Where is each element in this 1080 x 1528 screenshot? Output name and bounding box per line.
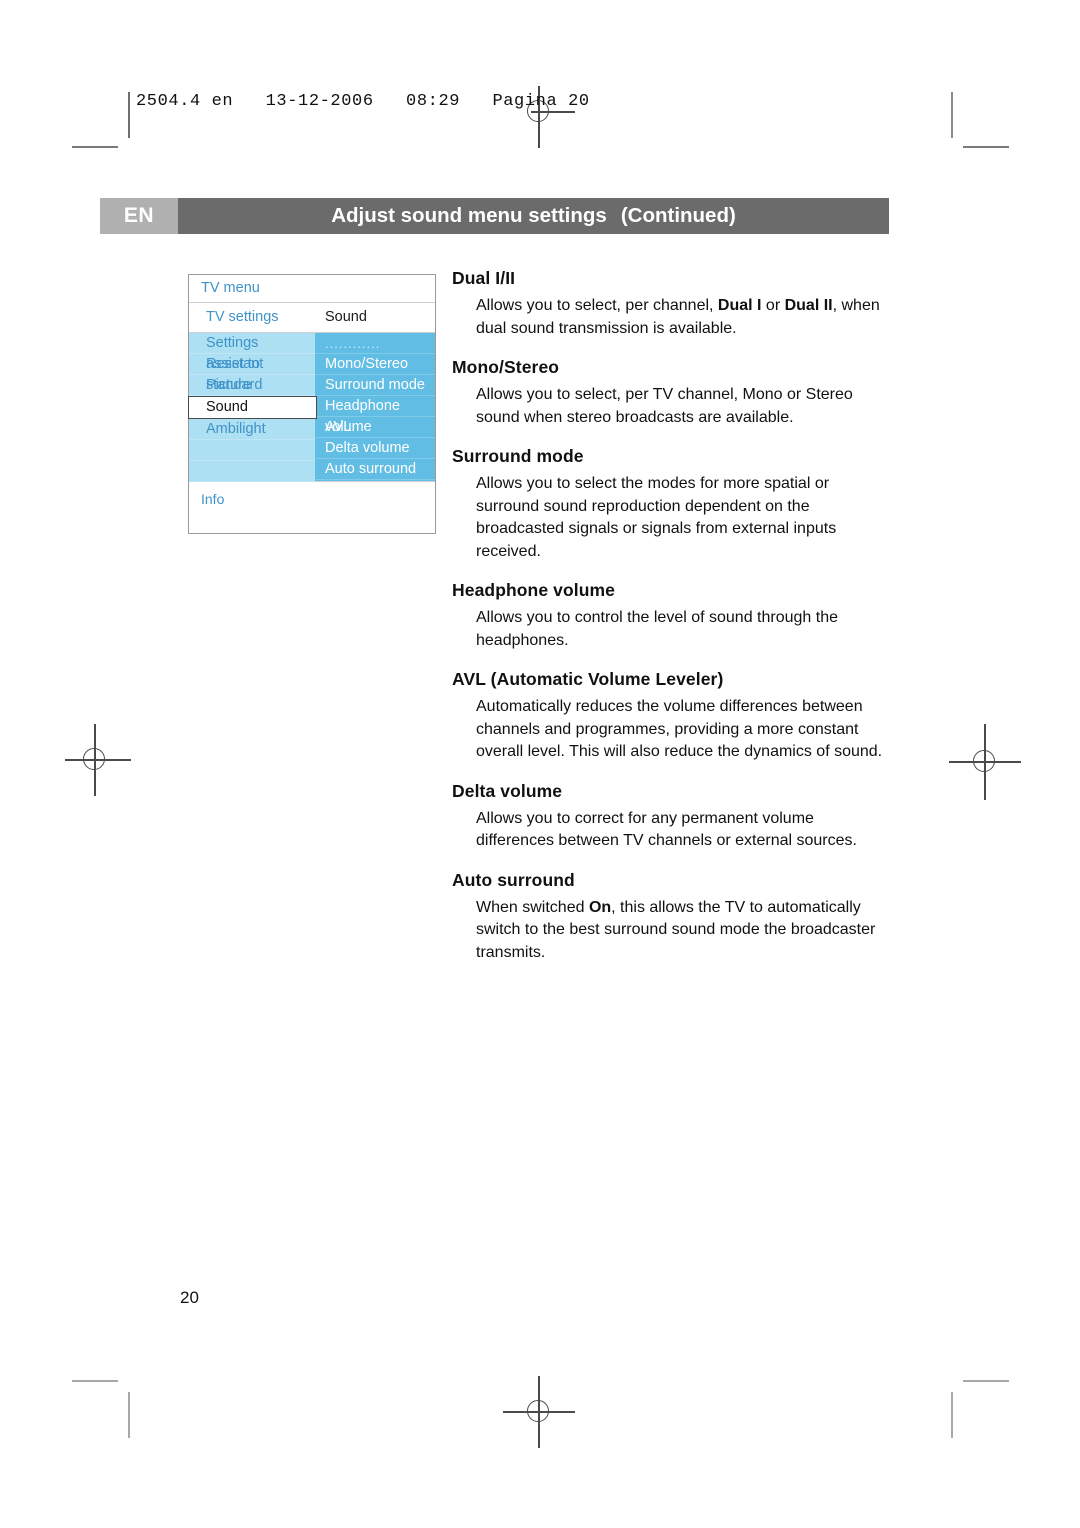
tv-settings-label: TV settings (206, 309, 279, 325)
crop-rule-bottom-right (951, 1392, 953, 1438)
section-heading: Headphone volume (452, 580, 616, 600)
section-body: Allows you to select, per channel, Dual … (476, 297, 880, 337)
crop-mark-top-left (72, 146, 118, 148)
tv-menu-footer: Info (189, 481, 435, 534)
page-title-bar: EN Adjust sound menu settings (Continued… (100, 198, 889, 234)
submenu-item-avl[interactable]: AVL (315, 417, 435, 438)
registration-mark-right-icon (949, 724, 1021, 800)
crop-rule-top-left (128, 92, 130, 138)
crop-rule-top-right (951, 92, 953, 138)
sound-column-header: Sound (325, 309, 367, 325)
section-mono-stereo: Mono/Stereo Allows you to select, per TV… (452, 357, 892, 429)
submenu-item-auto-surround[interactable]: Auto surround (315, 459, 435, 480)
menu-item-sound-selected[interactable]: Sound (188, 396, 317, 419)
section-surround-mode: Surround mode Allows you to select the m… (452, 446, 892, 563)
section-body: Automatically reduces the volume differe… (476, 698, 883, 760)
submenu-item-headphone-volume[interactable]: Headphone volume (315, 396, 435, 435)
crop-mark-bottom-left (72, 1380, 118, 1382)
page-title-continued: (Continued) (620, 204, 736, 227)
tv-menu-body: Settings assistant Reset to standard Pic… (188, 333, 435, 482)
section-auto-surround: Auto surround When switched On, this all… (452, 870, 892, 965)
section-heading: Delta volume (452, 780, 563, 801)
registration-mark-bottom-icon (503, 1376, 575, 1448)
content-column: Dual I/II Allows you to select, per chan… (452, 268, 892, 964)
section-dual-i-ii: Dual I/II Allows you to select, per chan… (452, 268, 892, 340)
section-body: When switched On, this allows the TV to … (476, 898, 876, 961)
section-heading: Dual I/II (452, 268, 516, 288)
section-heading: Mono/Stereo (452, 357, 560, 377)
section-body: Allows you to correct for any permanent … (476, 809, 857, 850)
submenu-item-mono-stereo[interactable]: Mono/Stereo (315, 354, 435, 375)
registration-mark-left-icon (59, 724, 131, 796)
registration-mark-top-icon (503, 76, 575, 148)
page-title-text: Adjust sound menu settings (331, 204, 607, 227)
crop-rule-bottom-left (128, 1392, 130, 1438)
section-heading: AVL (Automatic Volume Leveler) (452, 669, 724, 689)
menu-item-ambilight[interactable]: Ambilight (189, 419, 315, 440)
tv-menu-subtitle-row: TV settings Sound (189, 303, 435, 333)
crop-mark-bottom-right (963, 1380, 1009, 1382)
tv-menu-right-column: ............ Mono/Stereo Surround mode H… (315, 333, 435, 481)
submenu-item-dots: ............ (315, 333, 435, 354)
crop-mark-top-right (963, 146, 1009, 148)
section-delta-volume: Delta volume Allows you to correct for a… (452, 781, 892, 853)
section-headphone-volume: Headphone volume Allows you to control t… (452, 580, 892, 652)
info-label: Info (201, 491, 225, 507)
submenu-item-delta-volume[interactable]: Delta volume (315, 438, 435, 459)
tv-menu-left-column: Settings assistant Reset to standard Pic… (188, 333, 317, 482)
section-body: Allows you to select, per TV channel, Mo… (476, 386, 853, 426)
section-body: Allows you to control the level of sound… (476, 609, 838, 649)
menu-item-empty-2 (189, 461, 315, 482)
print-header-text: 2504.4 en 13-12-2006 08:29 Pagina 20 (136, 92, 590, 111)
language-badge: EN (100, 198, 178, 234)
section-heading: Surround mode (452, 446, 584, 466)
page-number: 20 (180, 1288, 199, 1307)
tv-menu-panel: TV menu TV settings Sound Settings assis… (188, 274, 436, 534)
menu-item-settings-assistant[interactable]: Settings assistant (189, 333, 315, 372)
menu-item-empty-1 (189, 440, 315, 461)
page-title: Adjust sound menu settings (Continued) (178, 198, 889, 234)
tv-menu-title: TV menu (189, 275, 435, 303)
section-heading: Auto surround (452, 869, 575, 890)
section-avl: AVL (Automatic Volume Leveler) Automatic… (452, 669, 892, 764)
section-body: Allows you to select the modes for more … (476, 475, 837, 560)
menu-item-reset-to-standard[interactable]: Reset to standard (189, 354, 315, 393)
submenu-item-surround-mode[interactable]: Surround mode (315, 375, 435, 396)
